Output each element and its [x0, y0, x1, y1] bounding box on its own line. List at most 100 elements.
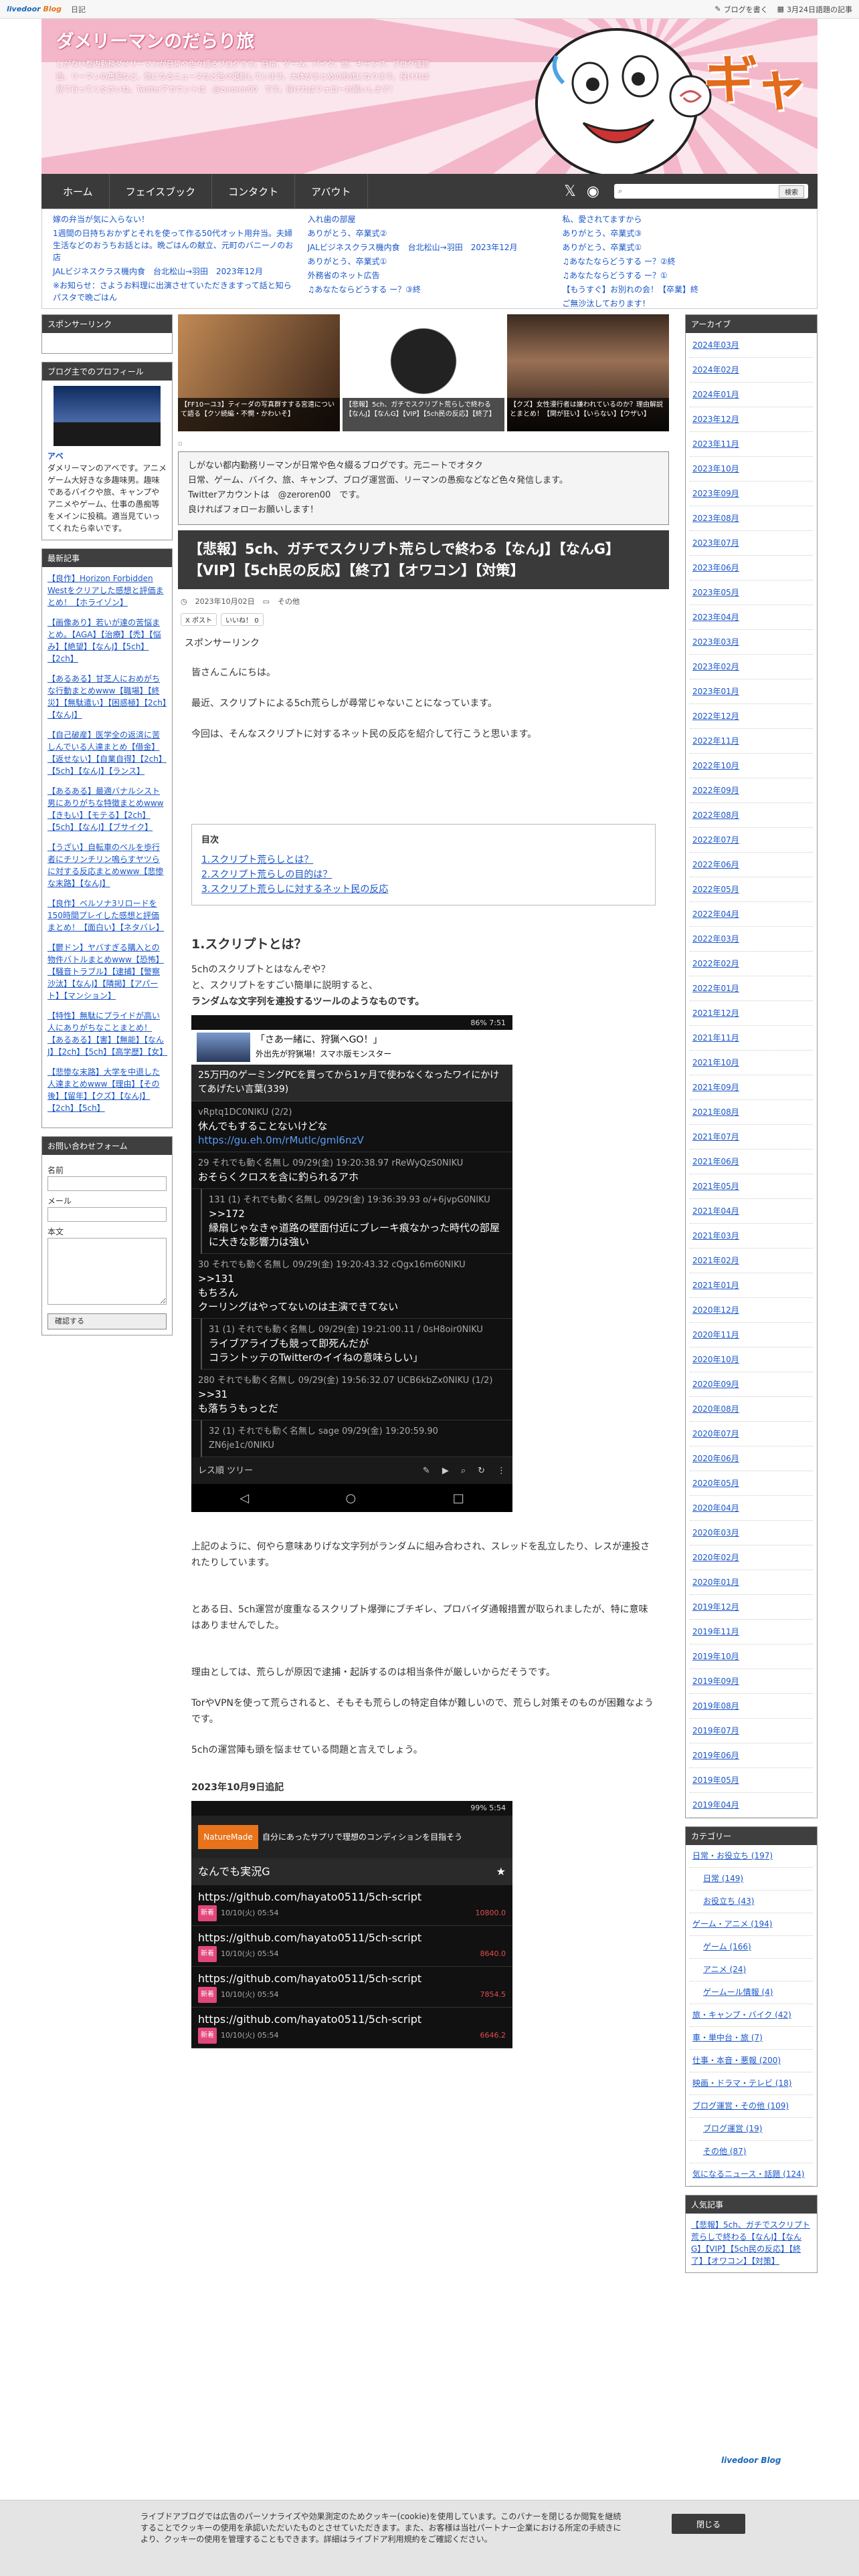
archive-link[interactable]: 2021年07月 [690, 1125, 813, 1150]
category-link[interactable]: ブログ運営・その他 (109) [690, 2095, 813, 2118]
like-button[interactable]: いいね！ 0 [221, 613, 264, 626]
body-field[interactable] [47, 1238, 167, 1305]
latest-post-link[interactable]: 【あるある】甘芝人におめがちな行動まとめwww【職場】【終災】【無駄遣い】【困惑… [47, 673, 167, 721]
archive-link[interactable]: 2021年08月 [690, 1100, 813, 1125]
thread-list-item[interactable]: https://github.com/hayato0511/5ch-script… [191, 1885, 512, 1926]
article-category[interactable]: その他 [278, 596, 300, 607]
archive-link[interactable]: 2023年09月 [690, 481, 813, 506]
email-field[interactable] [47, 1207, 167, 1222]
archive-link[interactable]: 2023年10月 [690, 457, 813, 481]
archive-link[interactable]: 2019年11月 [690, 1620, 813, 1644]
archive-link[interactable]: 2022年02月 [690, 952, 813, 976]
category-link[interactable]: 気になるニュース・話題 (124) [690, 2163, 813, 2186]
latest-post-link[interactable]: 【特性】無駄にプライドが高い人にありがちなことまとめ！【あるある】【害】【無能】… [47, 1010, 167, 1058]
archive-link[interactable]: 2020年02月 [690, 1545, 813, 1570]
latest-post-link[interactable]: 【悲惨な末路】大学を中退した人達まとめwww【理由】【その後】【留年】【クズ】【… [47, 1066, 167, 1114]
news-link[interactable]: 嫁の弁当が気に入らない！ [53, 213, 297, 225]
toc-link[interactable]: 1.スクリプト荒らしとは？ [201, 853, 646, 867]
archive-link[interactable]: 2022年09月 [690, 778, 813, 803]
archive-link[interactable]: 2023年02月 [690, 655, 813, 679]
news-link[interactable]: ありがとう、卒業式② [308, 227, 552, 239]
featured-thumb[interactable]: 【FF10ーユ3】ティーダの写真群すする宮遠について語る【クソ続編・不憫・かわい… [178, 314, 340, 431]
archive-link[interactable]: 2019年06月 [690, 1743, 813, 1768]
news-link[interactable]: ありがとう、卒業式③ [562, 227, 806, 239]
blog-title[interactable]: ダメリーマンのだらり旅 [56, 27, 254, 53]
news-link[interactable]: 入れ歯の部屋 [308, 213, 552, 225]
category-link[interactable]: 仕事・本音・悪報 (200) [690, 2050, 813, 2072]
featured-thumb[interactable]: 【クズ】女性漫行者は嫌われているのか？理由解説とまとめ！【関が狂い】【いらない】… [507, 314, 669, 431]
archive-link[interactable]: 2020年11月 [690, 1323, 813, 1348]
category-link[interactable]: 映画・ドラマ・テレビ (18) [690, 2072, 813, 2095]
news-link[interactable]: JALビジネスクラス機内食 台北松山→羽田 2023年12月 [308, 241, 552, 253]
category-link[interactable]: お役立ち (43) [690, 1891, 813, 1913]
archive-link[interactable]: 2022年06月 [690, 853, 813, 877]
featured-thumb[interactable]: 【悲報】5ch、ガチでスクリプト荒らしで終わる【なんJ】【なんG】【VIP】【5… [343, 314, 504, 431]
archive-link[interactable]: 2024年02月 [690, 358, 813, 383]
archive-link[interactable]: 2023年04月 [690, 605, 813, 630]
archive-link[interactable]: 2023年03月 [690, 630, 813, 655]
news-link[interactable]: ♫あなたならどうする ー？②終 [562, 255, 806, 267]
profile-name[interactable]: アベ [47, 450, 167, 462]
archive-link[interactable]: 2021年03月 [690, 1224, 813, 1249]
archive-link[interactable]: 2022年05月 [690, 877, 813, 902]
news-link[interactable]: ♫あなたならどうする ー？① [562, 270, 806, 282]
news-link[interactable]: 外務省のネット広告 [308, 270, 552, 282]
nav-about[interactable]: アバウト [295, 174, 368, 209]
livedoor-logo[interactable]: livedoor Blog [7, 5, 62, 13]
archive-link[interactable]: 2024年03月 [690, 333, 813, 358]
latest-post-link[interactable]: 【画像あり】若いが達の苦悩まとめ。【AGA】【治療】【禿】【悩み】【絶望】【なん… [47, 617, 167, 665]
archive-link[interactable]: 2022年12月 [690, 704, 813, 729]
category-link[interactable]: 旅・キャンプ・バイク (42) [690, 2004, 813, 2027]
latest-post-link[interactable]: 【自己破産】医学全の返済に苦しんでいる人達まとめ【借金】【返せない】【自業自得】… [47, 729, 167, 777]
toc-link[interactable]: 2.スクリプト荒らしの目的は？ [201, 867, 646, 882]
search-input[interactable] [625, 187, 779, 195]
archive-link[interactable]: 2023年05月 [690, 580, 813, 605]
archive-link[interactable]: 2019年05月 [690, 1768, 813, 1793]
diary-tab[interactable]: 日記 [71, 4, 86, 15]
news-link[interactable]: 【もうすぐ】お別れの会！【卒業】終 [562, 284, 806, 296]
nav-facebook[interactable]: フェイスブック [110, 174, 213, 209]
name-field[interactable] [47, 1176, 167, 1191]
latest-post-link[interactable]: 【鬱ドン】ヤバすぎる購入との物件バトルまとめwww【恐怖】【騒音トラブル】【逮捕… [47, 942, 167, 1002]
archive-link[interactable]: 2022年04月 [690, 902, 813, 927]
archive-link[interactable]: 2022年08月 [690, 803, 813, 828]
confirm-button[interactable]: 確認する [47, 1313, 167, 1329]
write-blog-link[interactable]: ✎ ブログを書く [714, 4, 767, 15]
category-link[interactable]: アニメ (24) [690, 1959, 813, 1981]
archive-link[interactable]: 2023年11月 [690, 432, 813, 457]
category-link[interactable]: ゲーム (166) [690, 1936, 813, 1959]
archive-link[interactable]: 2023年06月 [690, 556, 813, 580]
archive-link[interactable]: 2022年01月 [690, 976, 813, 1001]
archive-link[interactable]: 2022年03月 [690, 927, 813, 952]
archive-link[interactable]: 2020年09月 [690, 1372, 813, 1397]
archive-link[interactable]: 2024年01月 [690, 383, 813, 407]
archive-link[interactable]: 2021年05月 [690, 1174, 813, 1199]
archive-link[interactable]: 2020年10月 [690, 1348, 813, 1372]
archive-link[interactable]: 2021年01月 [690, 1273, 813, 1298]
archive-link[interactable]: 2021年04月 [690, 1199, 813, 1224]
archive-link[interactable]: 2019年07月 [690, 1719, 813, 1743]
archive-link[interactable]: 2020年06月 [690, 1446, 813, 1471]
news-link[interactable]: 私、愛されてますから [562, 213, 806, 225]
category-link[interactable]: 車・単中台・旅 (7) [690, 2027, 813, 2050]
archive-link[interactable]: 2023年08月 [690, 506, 813, 531]
archive-link[interactable]: 2021年10月 [690, 1051, 813, 1075]
latest-post-link[interactable]: 【うざい】自転車のベルを歩行者にチリンチリン鳴らすヤツらに対する反応まとめwww… [47, 841, 167, 889]
latest-post-link[interactable]: 【良作】ベルソナ3リロードを150時間プレイした感想と評価まとめ！【面白い】【ネ… [47, 897, 167, 934]
archive-link[interactable]: 2021年02月 [690, 1249, 813, 1273]
trending-link[interactable]: ▦ 3月24日語題の記事 [777, 4, 852, 15]
category-link[interactable]: ブログ運営 (19) [690, 2118, 813, 2141]
news-link[interactable]: ありがとう、卒業式① [562, 241, 806, 253]
archive-link[interactable]: 2019年08月 [690, 1694, 813, 1719]
toc-link[interactable]: 3.スクリプト荒らしに対するネット民の反応 [201, 882, 646, 897]
archive-link[interactable]: 2021年09月 [690, 1075, 813, 1100]
archive-link[interactable]: 2020年04月 [690, 1496, 813, 1521]
archive-link[interactable]: 2020年05月 [690, 1471, 813, 1496]
cookie-close-button[interactable]: 閉じる [672, 2514, 745, 2534]
popular-link[interactable]: 【悲報】5ch、ガチでスクリプト荒らしで終わる【なんJ】【なんG】【VIP】【5… [691, 2220, 810, 2266]
news-link[interactable]: 1週間の日持ちおかずとそれを使って作る50代オット用弁当。夫婦生活などのおうちお… [53, 227, 297, 263]
archive-link[interactable]: 2021年12月 [690, 1001, 813, 1026]
archive-link[interactable]: 2019年10月 [690, 1644, 813, 1669]
archive-link[interactable]: 2021年11月 [690, 1026, 813, 1051]
response-link[interactable]: https://gu.eh.0m/rMutlc/gml6nzV [198, 1134, 506, 1148]
